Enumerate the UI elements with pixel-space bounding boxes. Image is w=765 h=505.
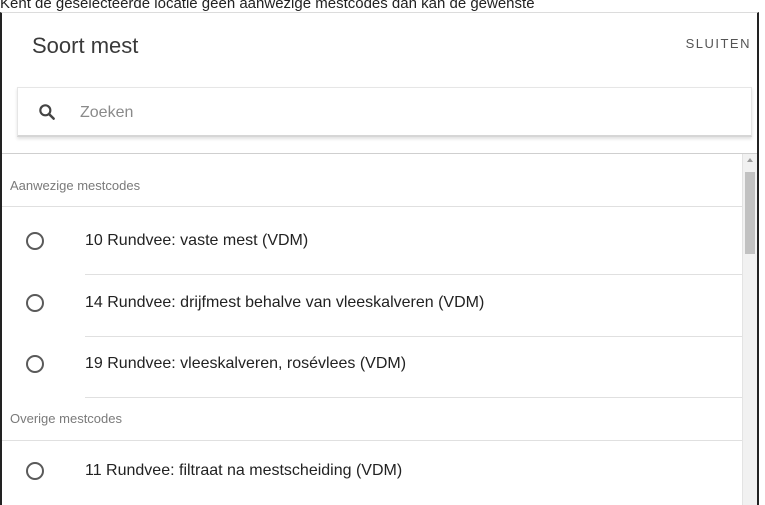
list-item[interactable]: 10 Rundvee: vaste mest (VDM) [2, 216, 743, 274]
list-item-label: 10 Rundvee: vaste mest (VDM) [85, 232, 309, 249]
section-header-overig: Overige mestcodes [10, 411, 122, 426]
dialog-header: Soort mest SLUITEN [2, 13, 757, 79]
list-item[interactable]: 11 Rundvee: filtraat na mestscheiding (V… [2, 446, 743, 504]
scrollbar[interactable] [742, 154, 757, 505]
list-item-label: 19 Rundvee: vleeskalveren, rosévlees (VD… [85, 355, 407, 372]
dialog-title: Soort mest [32, 33, 139, 58]
list-item[interactable]: 19 Rundvee: vleeskalveren, rosévlees (VD… [2, 339, 743, 397]
mestcode-list: Aanwezige mestcodes 10 Rundvee: vaste me… [2, 154, 743, 505]
radio-unchecked-icon[interactable] [26, 355, 44, 373]
list-item-label: 11 Rundvee: filtraat na mestscheiding (V… [85, 462, 403, 479]
section-divider [2, 440, 743, 441]
section-divider [2, 206, 743, 207]
list-item-label: 14 Rundvee: drijfmest behalve van vleesk… [85, 294, 485, 311]
list-item[interactable]: 14 Rundvee: drijfmest behalve van vleesk… [2, 278, 743, 336]
item-divider [85, 274, 743, 275]
item-divider [85, 336, 743, 337]
search-bar [17, 87, 752, 137]
mest-dialog: Soort mest SLUITEN Aanwezige mestcodes 1… [0, 12, 759, 505]
background-text: Kent de geselecteerde locatie geen aanwe… [0, 0, 535, 12]
section-header-aanwezig: Aanwezige mestcodes [10, 178, 141, 193]
close-button[interactable]: SLUITEN [686, 36, 751, 51]
search-icon [39, 104, 55, 120]
item-divider [85, 397, 743, 398]
radio-unchecked-icon[interactable] [26, 232, 44, 250]
search-input[interactable] [78, 96, 742, 130]
radio-unchecked-icon[interactable] [26, 462, 44, 480]
page: Kent de geselecteerde locatie geen aanwe… [0, 0, 765, 505]
radio-unchecked-icon[interactable] [26, 294, 44, 312]
scrollbar-thumb[interactable] [745, 172, 755, 254]
scroll-up-icon[interactable] [747, 158, 753, 162]
